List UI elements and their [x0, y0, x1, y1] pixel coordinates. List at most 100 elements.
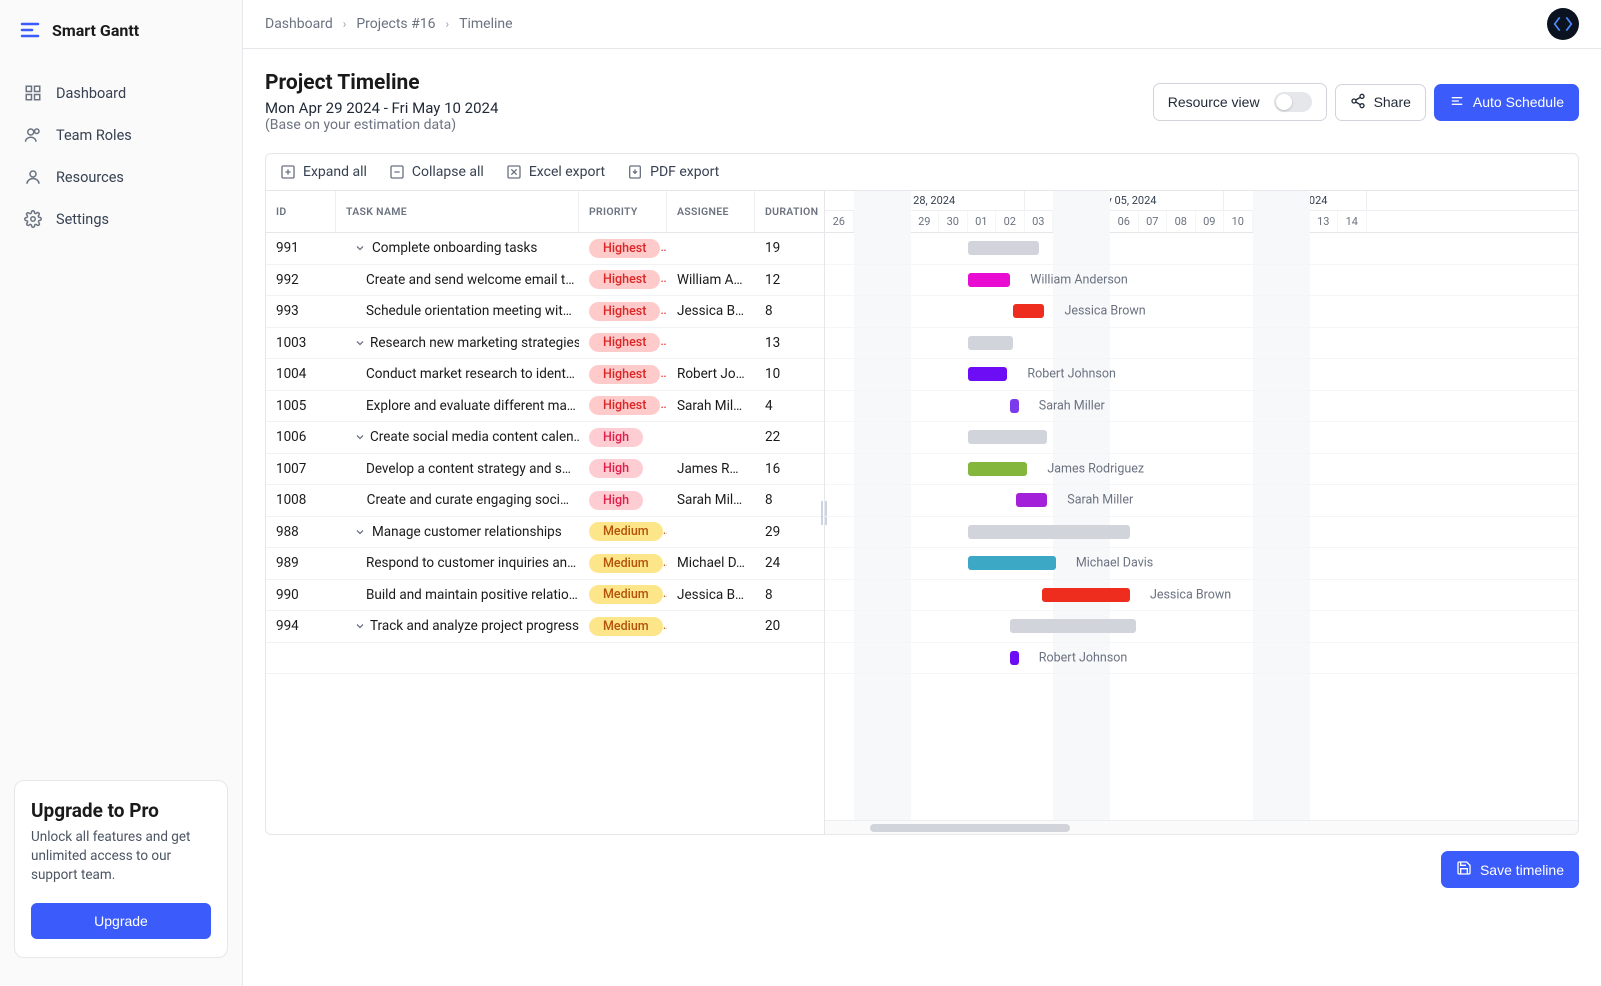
upgrade-button[interactable]: Upgrade [31, 903, 211, 939]
chevron-down-icon[interactable] [354, 337, 366, 349]
task-id: 991 [266, 240, 336, 256]
nav-item-dashboard[interactable]: Dashboard [8, 72, 234, 114]
nav-label: Dashboard [56, 85, 126, 102]
breadcrumb-item[interactable]: Timeline [459, 16, 512, 32]
day-header: 27 [854, 211, 883, 232]
bar-label: Michael Davis [1076, 556, 1153, 571]
col-name[interactable]: TASK NAME [336, 191, 579, 232]
nav-label: Team Roles [56, 127, 132, 144]
breadcrumb-item[interactable]: Dashboard [265, 16, 333, 32]
table-row[interactable]: 1008Create and curate engaging soci…High… [266, 485, 824, 517]
expand-all-button[interactable]: Expand all [280, 164, 367, 180]
task-id: 1004 [266, 366, 336, 382]
task-priority: Highest [579, 396, 667, 415]
gantt-bar[interactable] [968, 336, 1014, 350]
bar-label: Jessica Brown [1064, 304, 1145, 319]
day-header: 08 [1167, 211, 1196, 232]
app-name: Smart Gantt [52, 21, 139, 40]
timeline-row [825, 233, 1578, 265]
nav-item-settings[interactable]: Settings [8, 198, 234, 240]
chevron-down-icon[interactable] [354, 620, 366, 632]
share-button[interactable]: Share [1335, 84, 1426, 121]
nav-item-resources[interactable]: Resources [8, 156, 234, 198]
task-priority: Medium [579, 522, 667, 541]
gantt-bar[interactable] [968, 241, 1039, 255]
week-header: May 05, 2024 [1025, 191, 1225, 210]
table-row[interactable] [266, 643, 824, 675]
save-timeline-button[interactable]: Save timeline [1441, 851, 1579, 888]
collapse-icon [389, 164, 405, 180]
timeline-row: Sarah Miller [825, 485, 1578, 517]
gantt-bar[interactable] [1010, 619, 1135, 633]
table-row[interactable]: 1003Research new marketing strategiesHig… [266, 328, 824, 360]
task-name: Explore and evaluate different ma… [336, 398, 579, 414]
task-duration: 22 [755, 429, 823, 445]
table-row[interactable]: 993Schedule orientation meeting wit…High… [266, 296, 824, 328]
gantt-bar[interactable] [1013, 304, 1044, 318]
day-header: 04 [1053, 211, 1082, 232]
col-assignee[interactable]: ASSIGNEE [667, 191, 755, 232]
table-row[interactable]: 991Complete onboarding tasksHighest19 [266, 233, 824, 265]
excel-export-button[interactable]: Excel export [506, 164, 605, 180]
nav: Dashboard Team Roles ResourcesSettings [0, 62, 242, 250]
resource-view-toggle[interactable]: Resource view [1153, 83, 1327, 121]
day-header: 28 [882, 211, 911, 232]
day-header: 02 [996, 211, 1025, 232]
task-duration: 10 [755, 366, 823, 382]
task-id: 992 [266, 272, 336, 288]
task-name: Respond to customer inquiries an… [336, 555, 579, 571]
gantt-bar[interactable] [1016, 493, 1047, 507]
col-id[interactable]: ID [266, 191, 336, 232]
task-id: 1008 [266, 492, 336, 508]
pdf-export-button[interactable]: PDF export [627, 164, 719, 180]
chevron-down-icon[interactable] [354, 526, 368, 538]
day-header: 26 [825, 211, 854, 232]
gantt-bar[interactable] [1010, 399, 1019, 413]
auto-schedule-button[interactable]: Auto Schedule [1434, 84, 1579, 121]
gantt-bar[interactable] [1010, 651, 1019, 665]
col-priority[interactable]: PRIORITY [579, 191, 667, 232]
table-row[interactable]: 992Create and send welcome email t…Highe… [266, 265, 824, 297]
gantt-bar[interactable] [968, 525, 1130, 539]
horizontal-scrollbar[interactable] [825, 820, 1578, 834]
task-table: ID TASK NAME PRIORITY ASSIGNEE DURATION … [266, 191, 825, 834]
timeline-row [825, 328, 1578, 360]
table-row[interactable]: 988Manage customer relationshipsMedium29 [266, 517, 824, 549]
table-row[interactable]: 1007Develop a content strategy and s…Hig… [266, 454, 824, 486]
app-logo: Smart Gantt [0, 14, 242, 62]
upgrade-title: Upgrade to Pro [31, 799, 211, 822]
sidebar: Smart Gantt Dashboard Team Roles Resources… [0, 0, 243, 986]
table-row[interactable]: 994Track and analyze project progressMed… [266, 611, 824, 643]
task-duration: 12 [755, 272, 823, 288]
gantt-bar[interactable] [1042, 588, 1130, 602]
nav-item-team-roles[interactable]: Team Roles [8, 114, 234, 156]
task-duration: 8 [755, 587, 823, 603]
table-row[interactable]: 990Build and maintain positive relatio…M… [266, 580, 824, 612]
timeline-row [825, 611, 1578, 643]
gantt-bar[interactable] [968, 367, 1008, 381]
day-header: 29 [911, 211, 940, 232]
task-assignee: Jessica Br… [667, 587, 755, 603]
breadcrumb-item[interactable]: Projects #16 [356, 16, 435, 32]
gantt-bar[interactable] [968, 430, 1048, 444]
gantt-bar[interactable] [968, 556, 1056, 570]
bar-label: Sarah Miller [1067, 493, 1133, 508]
timeline-row: Jessica Brown [825, 580, 1578, 612]
table-row[interactable]: 989Respond to customer inquiries an…Medi… [266, 548, 824, 580]
day-header: 05 [1082, 211, 1111, 232]
gantt-bar[interactable] [968, 462, 1028, 476]
day-header: 09 [1196, 211, 1225, 232]
table-row[interactable]: 1006Create social media content calen…Hi… [266, 422, 824, 454]
toggle-icon[interactable] [1274, 92, 1312, 112]
task-name: Create social media content calen… [336, 429, 579, 445]
chevron-down-icon[interactable] [354, 242, 368, 254]
collapse-all-button[interactable]: Collapse all [389, 164, 484, 180]
chevron-down-icon[interactable] [354, 431, 366, 443]
brand-badge[interactable] [1547, 8, 1579, 40]
table-row[interactable]: 1004Conduct market research to ident…Hig… [266, 359, 824, 391]
task-name: Manage customer relationships [336, 524, 579, 540]
task-name: Research new marketing strategies [336, 335, 579, 351]
col-duration[interactable]: DURATION [755, 191, 823, 232]
table-row[interactable]: 1005Explore and evaluate different ma…Hi… [266, 391, 824, 423]
gantt-bar[interactable] [968, 273, 1011, 287]
